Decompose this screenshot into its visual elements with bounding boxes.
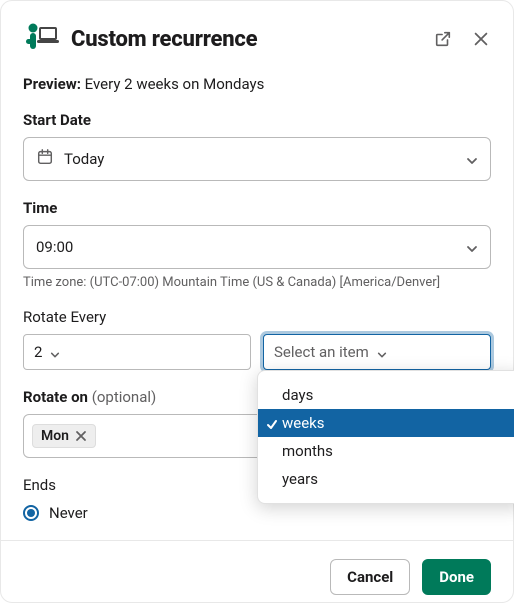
rotate-count-value: 2 xyxy=(34,343,42,361)
cancel-button[interactable]: Cancel xyxy=(330,559,410,595)
time-select[interactable]: 09:00 xyxy=(23,225,491,269)
ends-never-label: Never xyxy=(49,504,88,522)
app-icon xyxy=(23,21,59,57)
start-date-select[interactable]: Today xyxy=(23,137,491,181)
chevron-down-icon xyxy=(50,346,62,358)
chip-remove-icon[interactable] xyxy=(75,430,87,442)
rotate-unit-select[interactable]: Select an item xyxy=(263,334,491,370)
start-date-value: Today xyxy=(64,150,456,168)
rotate-every-section: Rotate Every 2 Select an item xyxy=(23,308,491,370)
rotate-every-label: Rotate Every xyxy=(23,308,491,326)
dropdown-item-years[interactable]: years xyxy=(258,465,514,493)
preview-line: Preview: Every 2 weeks on Mondays xyxy=(23,75,491,93)
chevron-down-icon xyxy=(377,346,389,358)
header-actions xyxy=(433,29,491,49)
ends-never-row: Never xyxy=(23,504,491,522)
preview-label: Preview: xyxy=(23,75,81,93)
start-date-section: Start Date Today xyxy=(23,111,491,181)
check-icon xyxy=(266,417,278,429)
chip-label: Mon xyxy=(41,428,69,444)
radio-dot xyxy=(27,509,35,517)
timezone-text: Time zone: (UTC-07:00) Mountain Time (US… xyxy=(23,275,491,290)
chevron-down-icon xyxy=(466,153,478,165)
done-button[interactable]: Done xyxy=(422,559,491,595)
close-icon[interactable] xyxy=(471,29,491,49)
rotate-count-select[interactable]: 2 xyxy=(23,334,251,370)
rotate-unit-dropdown: days weeks months xyxy=(257,370,514,504)
modal-content: Preview: Every 2 weeks on Mondays Start … xyxy=(1,65,513,540)
popout-icon[interactable] xyxy=(433,29,453,49)
radio-never[interactable] xyxy=(23,505,39,521)
calendar-icon xyxy=(36,148,54,170)
dropdown-item-weeks[interactable]: weeks xyxy=(258,409,514,437)
custom-recurrence-modal: Custom recurrence Preview: Every 2 weeks… xyxy=(0,0,514,603)
chip-mon: Mon xyxy=(32,424,96,448)
dropdown-item-months[interactable]: months xyxy=(258,437,514,465)
time-label: Time xyxy=(23,199,491,217)
modal-footer: Cancel Done xyxy=(1,540,513,613)
time-value: 09:00 xyxy=(36,238,456,256)
dropdown-item-days[interactable]: days xyxy=(258,381,514,409)
preview-text: Every 2 weeks on Mondays xyxy=(85,75,265,93)
rotate-unit-placeholder: Select an item xyxy=(274,343,369,361)
modal-title: Custom recurrence xyxy=(71,27,421,52)
start-date-label: Start Date xyxy=(23,111,491,129)
chevron-down-icon xyxy=(466,241,478,253)
modal-header: Custom recurrence xyxy=(1,1,513,65)
time-section: Time 09:00 Time zone: (UTC-07:00) Mounta… xyxy=(23,199,491,290)
